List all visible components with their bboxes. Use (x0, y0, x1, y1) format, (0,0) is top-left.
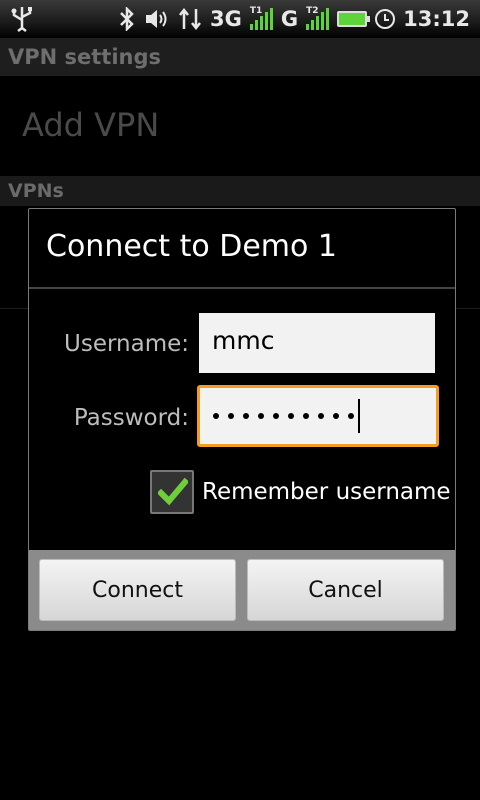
alarm-clock-icon (375, 9, 396, 29)
dialog-title: Connect to Demo 1 (46, 229, 337, 264)
bluetooth-icon (118, 7, 136, 31)
remember-username-label[interactable]: Remember username (202, 479, 451, 505)
password-dot (273, 413, 279, 419)
password-dot (258, 413, 264, 419)
add-vpn-item[interactable]: Add VPN (22, 106, 159, 144)
username-label: Username: (64, 331, 189, 357)
sim2-label: T2 (306, 6, 319, 16)
password-dot (303, 413, 309, 419)
password-dots (213, 413, 354, 419)
password-dot (288, 413, 294, 419)
dialog-button-bar: Connect Cancel (29, 550, 455, 630)
connect-button[interactable]: Connect (39, 559, 236, 621)
dialog-divider (29, 287, 455, 289)
password-dot (213, 413, 219, 419)
network-g-label: G (280, 7, 299, 31)
status-time: 13:12 (403, 7, 470, 31)
usb-icon (10, 6, 34, 32)
network-type-label: 3G (210, 7, 242, 31)
remember-username-checkbox[interactable] (150, 470, 194, 514)
password-label: Password: (73, 405, 189, 431)
signal-icon: T1 (249, 6, 273, 30)
password-dot (348, 413, 354, 419)
password-dot (228, 413, 234, 419)
status-bar: 3G T1 G T2 13:12 (0, 0, 480, 38)
sim1-label: T1 (249, 6, 263, 16)
password-field[interactable] (197, 385, 439, 447)
checkmark-icon (156, 476, 190, 512)
vpns-section-header: VPNs (0, 176, 480, 206)
username-field[interactable]: mmc (199, 313, 435, 373)
signal2-icon: T2 (306, 6, 330, 30)
screen-title: VPN settings (0, 38, 480, 76)
data-transfer-icon (178, 7, 202, 31)
password-dot (333, 413, 339, 419)
connect-dialog: Connect to Demo 1 Username: mmc Password… (28, 208, 456, 631)
cancel-button[interactable]: Cancel (247, 559, 444, 621)
battery-charging-icon (337, 11, 371, 27)
text-cursor (358, 399, 360, 433)
password-dot (243, 413, 249, 419)
volume-icon (144, 8, 170, 30)
password-dot (318, 413, 324, 419)
